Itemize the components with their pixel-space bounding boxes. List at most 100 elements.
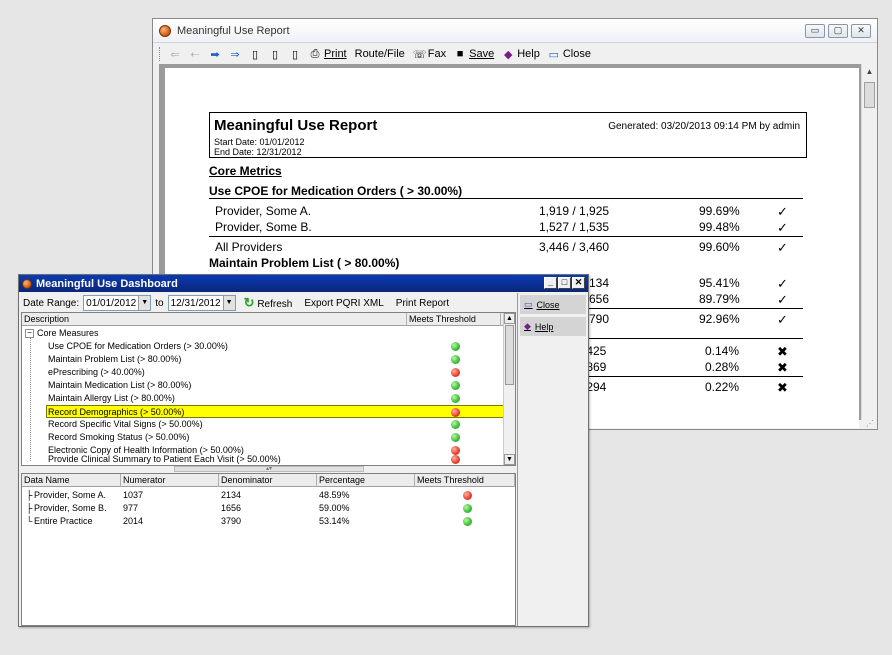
scroll-down-icon[interactable]: ▼	[504, 454, 515, 465]
column-separator[interactable]	[316, 474, 317, 487]
meets-threshold-column-header[interactable]: Meets Threshold	[417, 475, 484, 485]
print-report-button[interactable]: Print Report	[392, 298, 453, 309]
export-pqri-button[interactable]: Export PQRI XML	[300, 298, 387, 309]
fax-button[interactable]: ☏ Fax	[413, 48, 446, 61]
close-window-button[interactable]: ✕	[851, 24, 871, 38]
measure-row[interactable]: Use CPOE for Medication Orders (> 30.00%…	[22, 340, 505, 353]
to-date-picker[interactable]: 12/31/2012 ▼	[167, 295, 236, 311]
measure-row[interactable]: Maintain Problem List (> 80.00%)	[22, 353, 505, 366]
from-date-picker[interactable]: 01/01/2012 ▼	[83, 295, 152, 311]
measures-scrollbar[interactable]: ▲ ▼	[503, 313, 515, 465]
denominator-cell: 2134	[221, 490, 242, 500]
scroll-thumb[interactable]	[864, 82, 875, 108]
fraction: 790	[589, 312, 610, 326]
route-file-button[interactable]: Route/File	[355, 48, 405, 60]
description-column-header[interactable]: Description	[24, 314, 69, 324]
refresh-icon: ↻	[243, 295, 255, 310]
measure-row-selected[interactable]: Record Demographics (> 50.00%)	[46, 405, 505, 418]
column-separator[interactable]	[406, 313, 407, 326]
x-mark-icon: ✖	[777, 344, 788, 359]
problem-list-section-heading: Maintain Problem List ( > 80.00%)	[209, 256, 400, 270]
close-button[interactable]: ▭ Close	[520, 295, 586, 314]
column-separator[interactable]	[120, 474, 121, 487]
chevron-down-icon[interactable]: ▼	[222, 296, 235, 310]
two-page-icon[interactable]: ▯	[269, 48, 281, 61]
report-titlebar: Meaningful Use Report ▭ ▢ ✕	[153, 19, 877, 43]
percentage-column-header[interactable]: Percentage	[319, 475, 365, 485]
multi-page-icon[interactable]: ▯	[289, 48, 301, 61]
printer-icon: ⎙	[310, 47, 320, 60]
to-date-value: 12/31/2012	[170, 297, 221, 309]
maximize-button[interactable]: □	[558, 277, 571, 289]
column-separator[interactable]	[414, 474, 415, 487]
report-scrollbar[interactable]: ▲	[861, 64, 877, 420]
close-button[interactable]: ▭ Close	[548, 48, 591, 61]
data-name-cell: Entire Practice	[34, 516, 93, 526]
numerator-column-header[interactable]: Numerator	[123, 475, 166, 485]
last-page-icon[interactable]: ⇒	[229, 48, 241, 61]
percentage: 99.69%	[699, 204, 740, 218]
status-green-icon	[451, 342, 460, 351]
minimize-button[interactable]: ▭	[805, 24, 825, 38]
denominator-column-header[interactable]: Denominator	[221, 475, 273, 485]
measure-row[interactable]: Record Smoking Status (> 50.00%)	[22, 431, 505, 444]
floppy-disk-icon: ■	[456, 48, 464, 60]
percentage: 92.96%	[699, 312, 740, 326]
report-window-title: Meaningful Use Report	[177, 24, 290, 37]
data-name-column-header[interactable]: Data Name	[24, 475, 70, 485]
table-row[interactable]: ├ Provider, Some A. 1037 2134 48.59%	[22, 489, 517, 502]
measure-row[interactable]: Record Specific Vital Signs (> 50.00%)	[22, 418, 505, 431]
scroll-up-icon[interactable]: ▲	[504, 313, 515, 324]
status-green-icon	[451, 433, 460, 442]
table-row[interactable]: ├ Provider, Some B. 977 1656 59.00%	[22, 502, 517, 515]
column-separator[interactable]	[500, 313, 501, 326]
x-mark-icon: ✖	[777, 380, 788, 395]
scroll-up-icon[interactable]: ▲	[862, 64, 877, 80]
maximize-button[interactable]: ▢	[828, 24, 848, 38]
column-separator[interactable]	[218, 474, 219, 487]
data-name-cell: Provider, Some B.	[34, 503, 107, 513]
next-page-icon[interactable]: ➡	[209, 48, 221, 61]
save-button[interactable]: ■ Save	[454, 48, 494, 60]
check-mark-icon: ✓	[777, 240, 788, 255]
print-button[interactable]: ⎙ Print	[309, 48, 347, 61]
measure-row[interactable]: Provide Clinical Summary to Patient Each…	[22, 453, 505, 466]
help-button[interactable]: ◆ Help	[502, 48, 540, 61]
status-red-icon	[451, 455, 460, 464]
measure-row[interactable]: Maintain Allergy List (> 80.00%)	[22, 392, 505, 405]
help-button[interactable]: ◆ Help	[520, 317, 586, 336]
x-mark-icon: ✖	[777, 360, 788, 375]
provider-name: All Providers	[215, 240, 283, 254]
numerator-cell: 2014	[123, 516, 144, 526]
meets-threshold-column-header[interactable]: Meets Threshold	[409, 314, 476, 324]
single-page-icon[interactable]: ▯	[249, 48, 261, 61]
table-row[interactable]: └ Entire Practice 2014 3790 53.14%	[22, 515, 517, 528]
dashboard-toolbar: Date Range: 01/01/2012 ▼ to 12/31/2012 ▼…	[21, 293, 515, 313]
tree-connector: ├	[26, 503, 33, 513]
first-page-icon[interactable]: ⇐	[169, 48, 181, 61]
tree-connector: └	[26, 516, 33, 526]
provider-name: Provider, Some A.	[215, 204, 312, 218]
help-book-icon: ◆	[524, 321, 531, 331]
tree-root-item[interactable]: − Core Measures	[22, 327, 505, 340]
report-header-box: Meaningful Use Report Generated: 03/20/2…	[209, 112, 807, 158]
minimize-button[interactable]: _	[544, 277, 557, 289]
measure-row[interactable]: ePrescribing (> 40.00%)	[22, 366, 505, 379]
measure-label: Maintain Problem List (> 80.00%)	[48, 354, 182, 364]
column-separator[interactable]	[514, 474, 515, 487]
scroll-thumb[interactable]	[505, 325, 514, 385]
fraction: 3,446 / 3,460	[539, 240, 610, 254]
collapse-icon[interactable]: −	[25, 329, 34, 338]
app-logo-icon	[159, 24, 171, 37]
report-generated: Generated: 03/20/2013 09:14 PM by admin	[608, 121, 800, 132]
close-window-button[interactable]: ✕	[572, 277, 585, 289]
measure-label: Maintain Medication List (> 80.00%)	[48, 380, 192, 390]
status-green-icon	[463, 517, 472, 526]
close-icon: ▭	[524, 299, 533, 309]
refresh-button[interactable]: ↻ Refresh	[240, 295, 297, 311]
panel-splitter[interactable]: ▴▾	[174, 466, 364, 472]
previous-page-icon[interactable]: ⇠	[189, 48, 201, 61]
chevron-down-icon[interactable]: ▼	[138, 296, 151, 310]
date-range-label: Date Range:	[23, 297, 80, 309]
measure-row[interactable]: Maintain Medication List (> 80.00%)	[22, 379, 505, 392]
